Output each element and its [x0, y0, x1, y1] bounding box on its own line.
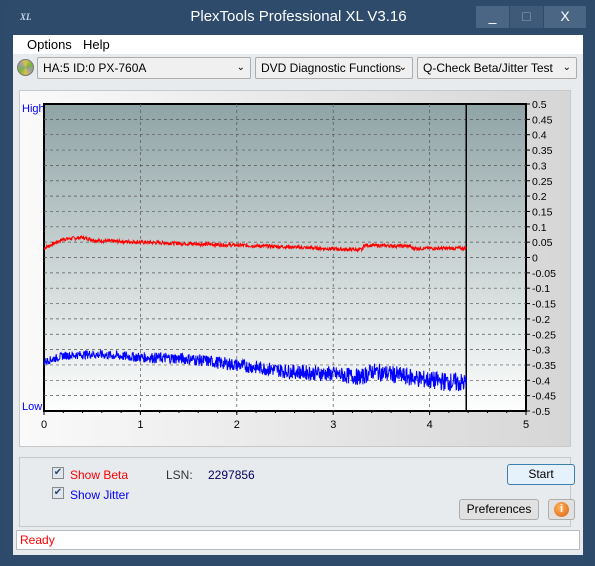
y-tick-label: 0.4 — [532, 130, 547, 142]
x-tick-label: 2 — [234, 419, 240, 431]
test-select[interactable]: Q-Check Beta/Jitter Test ⌄ — [417, 57, 577, 79]
y-tick-label: 0.5 — [532, 99, 547, 111]
start-button[interactable]: Start — [507, 464, 575, 485]
menu-help[interactable]: Help — [83, 37, 110, 52]
y-tick-label: 0.35 — [532, 145, 553, 157]
show-jitter-label[interactable]: Show Jitter — [70, 488, 129, 502]
beta-jitter-chart: High Low 0.50.450.40.350.30.250.20.150.1… — [22, 99, 556, 431]
minimize-button[interactable]: _ — [476, 6, 509, 28]
chart-panel: High Low 0.5 0.45 0.4 0.35 0.3 0.25 0.2 0.15 0.1… — [19, 90, 571, 447]
y-tick-label: 0.3 — [532, 160, 547, 172]
drive-select[interactable]: HA:5 ID:0 PX-760A ⌄ — [37, 57, 251, 79]
high-label: High — [22, 103, 45, 115]
y-tick-label: -0.5 — [532, 406, 550, 418]
lsn-value: 2297856 — [208, 468, 255, 482]
y-tick-label: -0.05 — [532, 268, 556, 280]
x-tick-label: 5 — [523, 419, 529, 431]
y-tick-label: 0.1 — [532, 222, 547, 234]
status-bar: Ready — [16, 530, 580, 550]
menu-options[interactable]: Options — [27, 37, 72, 52]
chevron-down-icon: ⌄ — [236, 62, 245, 73]
y-tick-label: 0.25 — [532, 176, 553, 188]
function-select[interactable]: DVD Diagnostic Functions ⌄ — [255, 57, 413, 79]
y-tick-label: 0.45 — [532, 114, 553, 126]
close-button[interactable]: X — [544, 6, 586, 28]
info-icon: i — [554, 502, 569, 517]
show-jitter-checkbox[interactable]: ✔ — [52, 487, 64, 499]
x-tick-label: 1 — [137, 419, 143, 431]
y-tick-label: 0.05 — [532, 237, 553, 249]
client-area: Options Help HA:5 ID:0 PX-760A ⌄ DVD Diag… — [13, 35, 583, 555]
x-tick-label: 0 — [41, 419, 47, 431]
y-tick-label: -0.25 — [532, 329, 556, 341]
chevron-down-icon: ⌄ — [398, 62, 407, 73]
y-tick-label: 0 — [532, 253, 538, 265]
preferences-button[interactable]: Preferences — [459, 499, 539, 520]
y-tick-label: -0.15 — [532, 299, 556, 311]
y-tick-label: 0.2 — [532, 191, 547, 203]
low-label: Low — [22, 401, 42, 413]
y-tick-label: -0.2 — [532, 314, 550, 326]
y-tick-label: -0.4 — [532, 375, 550, 387]
info-button[interactable]: i — [548, 499, 575, 520]
menu-bar: Options Help — [13, 35, 583, 54]
x-tick-label: 3 — [330, 419, 336, 431]
y-tick-label: -0.1 — [532, 283, 550, 295]
drive-select-value: HA:5 ID:0 PX-760A — [43, 61, 147, 75]
x-tick-label: 4 — [427, 419, 433, 431]
y-tick-label: -0.3 — [532, 345, 550, 357]
chevron-down-icon: ⌄ — [562, 62, 571, 73]
function-select-value: DVD Diagnostic Functions — [261, 61, 402, 75]
y-tick-label: -0.45 — [532, 391, 556, 403]
options-group: ✔ Show Beta ✔ Show Jitter LSN: 2297856 S… — [19, 457, 575, 527]
test-select-value: Q-Check Beta/Jitter Test — [423, 61, 553, 75]
maximize-button[interactable]: □ — [510, 6, 543, 28]
lsn-label: LSN: — [166, 468, 193, 482]
disc-icon — [17, 59, 34, 76]
y-tick-label: 0.15 — [532, 206, 553, 218]
show-beta-label[interactable]: Show Beta — [70, 468, 128, 482]
show-beta-checkbox[interactable]: ✔ — [52, 467, 64, 479]
y-tick-label: -0.35 — [532, 360, 556, 372]
